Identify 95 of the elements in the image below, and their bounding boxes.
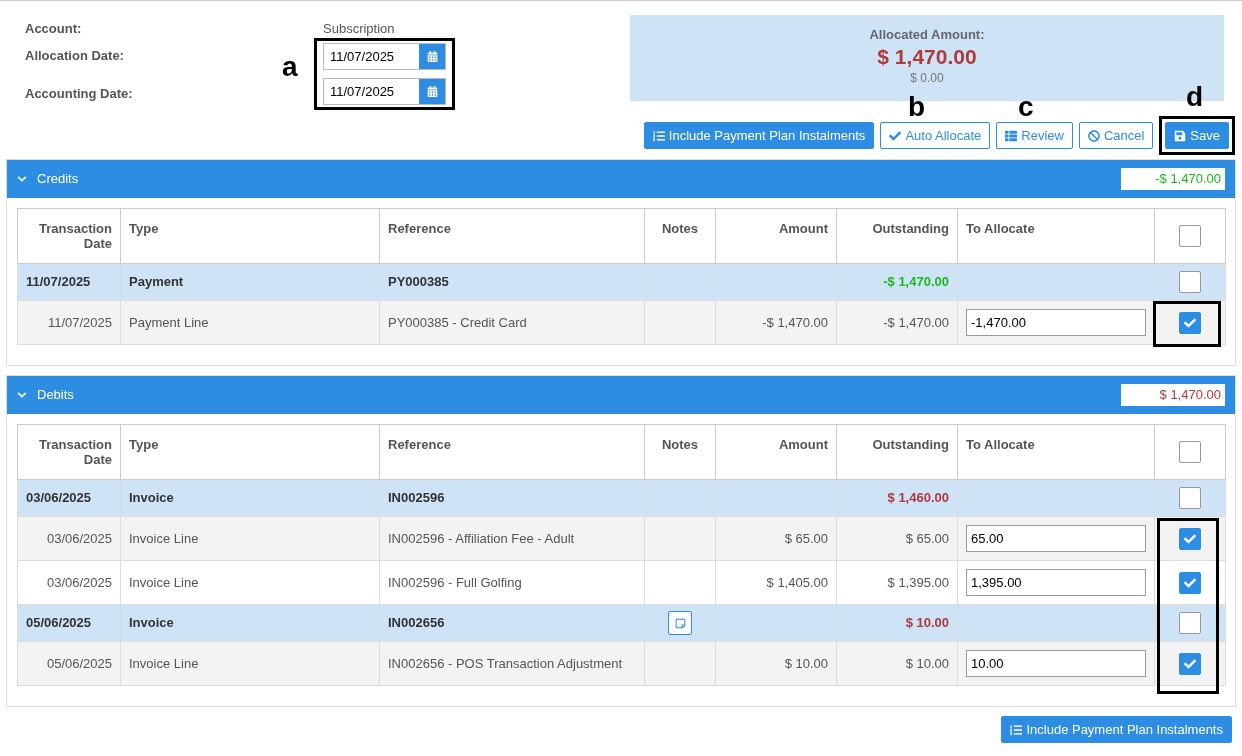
check-icon xyxy=(1184,316,1196,329)
table-cell: -$ 1,470.00 xyxy=(715,300,837,345)
checkbox[interactable] xyxy=(1179,527,1201,550)
column-header: Transaction Date xyxy=(17,208,121,264)
table-cell: Invoice Line xyxy=(120,641,380,686)
table-cell: $ 1,405.00 xyxy=(715,560,837,605)
toolbar-button[interactable]: Auto Allocate xyxy=(880,122,991,149)
table-cell: 03/06/2025 xyxy=(17,516,121,561)
column-header: Outstanding xyxy=(836,208,958,264)
table-cell: $ 1,460.00 xyxy=(836,479,958,517)
table-cell: PY000385 - Credit Card xyxy=(379,300,645,345)
date-field[interactable]: 11/07/2025 xyxy=(323,43,446,70)
highlight-frame xyxy=(1153,301,1221,347)
column-header: Amount xyxy=(715,208,837,264)
callout-label: b xyxy=(908,93,926,121)
column-header: Reference xyxy=(379,208,645,264)
list-icon xyxy=(652,129,665,142)
date-field[interactable]: 11/07/2025 xyxy=(323,78,446,105)
table-cell: Payment xyxy=(120,263,380,301)
table-cell: $ 65.00 xyxy=(836,516,958,561)
field-value: Subscription xyxy=(322,20,395,36)
table-cell: IN002596 - Affiliation Fee - Adult xyxy=(379,516,645,561)
checkbox[interactable] xyxy=(1179,652,1201,675)
remaining-amount: $ 0.00 xyxy=(910,69,944,87)
checkbox[interactable] xyxy=(1179,311,1201,334)
checkbox[interactable] xyxy=(1179,225,1201,247)
column-header: Reference xyxy=(379,424,645,480)
ban-icon xyxy=(1087,129,1100,142)
table-cell: $ 10.00 xyxy=(836,641,958,686)
table-icon xyxy=(1005,129,1018,142)
field-label: Allocation Date: xyxy=(25,46,124,65)
table-cell: 05/06/2025 xyxy=(17,641,121,686)
list-icon xyxy=(1010,723,1023,736)
table-cell: 05/06/2025 xyxy=(17,604,121,642)
callout-label: a xyxy=(282,53,298,81)
allocated-amount: $ 1,470.00 xyxy=(877,44,977,69)
table-cell: Invoice xyxy=(120,604,380,642)
calendar-icon[interactable] xyxy=(426,86,438,97)
checkbox[interactable] xyxy=(1179,441,1201,463)
table-cell: IN002656 xyxy=(379,604,645,642)
table-cell: 03/06/2025 xyxy=(17,479,121,517)
check-icon xyxy=(1184,657,1196,670)
callout-label: d xyxy=(1186,83,1204,111)
table-cell: -$ 1,470.00 xyxy=(836,263,958,301)
allocate-field[interactable]: 10.00 xyxy=(966,650,1146,677)
column-header: To Allocate xyxy=(957,208,1155,264)
field-label: Account: xyxy=(25,20,82,38)
check-icon xyxy=(1184,576,1196,589)
callout-label: c xyxy=(1018,93,1034,121)
column-header: Type xyxy=(120,424,380,480)
panel-title: Credits xyxy=(37,170,79,189)
checkbox[interactable] xyxy=(1179,612,1201,634)
check-icon xyxy=(889,129,902,142)
table-cell: IN002596 xyxy=(379,479,645,517)
table-cell: $ 10.00 xyxy=(715,641,837,686)
table-cell: IN002656 - POS Transaction Adjustment xyxy=(379,641,645,686)
checkbox[interactable] xyxy=(1179,487,1201,509)
column-header: Notes xyxy=(644,208,716,264)
column-header: To Allocate xyxy=(957,424,1155,480)
allocate-field[interactable]: 65.00 xyxy=(966,525,1146,552)
calendar-icon[interactable] xyxy=(426,51,438,62)
table-cell: Payment Line xyxy=(120,300,380,345)
check-icon xyxy=(1184,532,1196,545)
chevron-down-icon[interactable] xyxy=(17,174,27,184)
table-cell: $ 10.00 xyxy=(836,604,958,642)
panel-total: -$ 1,470.00 xyxy=(1121,168,1225,190)
allocate-field[interactable]: 1,395.00 xyxy=(966,569,1146,596)
panel-title: Debits xyxy=(37,386,74,405)
table-cell: 11/07/2025 xyxy=(17,300,121,345)
column-header: Transaction Date xyxy=(17,424,121,480)
table-cell: $ 65.00 xyxy=(715,516,837,561)
table-cell: PY000385 xyxy=(379,263,645,301)
checkbox[interactable] xyxy=(1179,271,1201,293)
checkbox[interactable] xyxy=(1179,571,1201,594)
table-cell: -$ 1,470.00 xyxy=(836,300,958,345)
toolbar-button[interactable]: Cancel xyxy=(1078,122,1154,149)
note-icon xyxy=(674,617,686,629)
chevron-down-icon[interactable] xyxy=(17,390,27,400)
table-cell: Invoice Line xyxy=(120,560,380,605)
column-header: Outstanding xyxy=(836,424,958,480)
summary-label: Allocated Amount: xyxy=(869,26,985,44)
note-button[interactable] xyxy=(668,611,692,635)
allocate-field[interactable]: -1,470.00 xyxy=(966,309,1146,336)
table-cell: Invoice xyxy=(120,479,380,517)
table-cell: 03/06/2025 xyxy=(17,560,121,605)
toolbar-button[interactable]: Review xyxy=(996,122,1073,149)
column-header: Amount xyxy=(715,424,837,480)
table-cell: $ 1,395.00 xyxy=(836,560,958,605)
column-header: Notes xyxy=(644,424,716,480)
column-header: Type xyxy=(120,208,380,264)
table-cell: 11/07/2025 xyxy=(17,263,121,301)
table-cell: Invoice Line xyxy=(120,516,380,561)
table-cell: IN002596 - Full Golfing xyxy=(379,560,645,605)
field-label: Accounting Date: xyxy=(25,85,133,103)
panel-total: $ 1,470.00 xyxy=(1121,384,1225,406)
